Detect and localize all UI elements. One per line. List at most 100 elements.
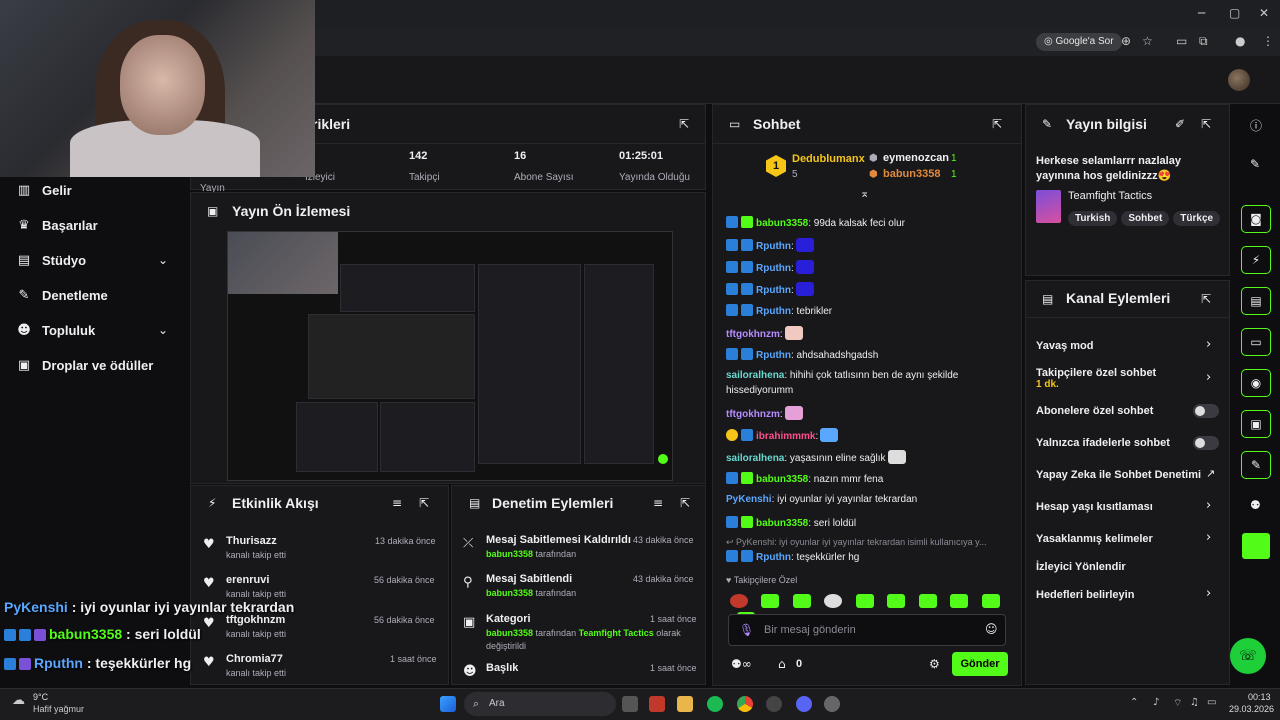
webcam-overlay: [0, 0, 315, 177]
kick-app-icon[interactable]: [1242, 533, 1270, 559]
popout-icon[interactable]: ⇱: [1201, 292, 1211, 306]
app-icon[interactable]: [766, 696, 782, 712]
list-item: Mesaj Sabitlemesi Kaldırıldı babun3358 ta…: [486, 534, 631, 559]
clock-time[interactable]: 00:13: [1248, 692, 1271, 702]
microphone-icon[interactable]: 🎙: [739, 623, 754, 637]
ai-moderation-action[interactable]: Yapay Zeka ile Sohbet Denetimi: [1036, 469, 1201, 481]
top-gifter-2: eymenozcan: [883, 152, 950, 164]
account-age-action[interactable]: Hesap yaşı kısıtlaması: [1036, 501, 1153, 513]
notes-icon[interactable]: ▤: [1241, 287, 1271, 315]
battery-icon[interactable]: ▭: [1207, 697, 1216, 708]
followers-only-action[interactable]: Takipçilere özel sohbet: [1036, 367, 1156, 379]
bar-chart-icon: ▥: [17, 182, 31, 198]
file-explorer-icon[interactable]: [677, 696, 693, 712]
sidebar-item-topluluk[interactable]: ☻ Topluluk: [16, 320, 95, 340]
external-link-icon[interactable]: ↗: [1206, 467, 1215, 480]
popout-icon[interactable]: ⇱: [679, 117, 689, 131]
lightning-icon[interactable]: ⚡: [1241, 246, 1271, 274]
zoom-icon[interactable]: ⊕: [1121, 34, 1131, 48]
heart-icon: ♥: [203, 537, 215, 552]
sidebar-item-droplar[interactable]: ▣ Droplar ve ödüller: [16, 355, 153, 375]
store-icon[interactable]: ⌂: [778, 657, 786, 671]
app-icon[interactable]: [649, 696, 665, 712]
task-view-icon[interactable]: [622, 696, 638, 712]
chevron-right-icon[interactable]: ›: [1206, 530, 1211, 545]
tag-chip[interactable]: Turkish: [1068, 211, 1118, 226]
set-goals-action[interactable]: Hedefleri belirleyin: [1036, 589, 1134, 601]
volume-icon[interactable]: ♫: [1190, 697, 1199, 708]
popout-icon[interactable]: ⇱: [680, 496, 690, 510]
chevron-right-icon[interactable]: ›: [1206, 370, 1211, 385]
users-icon[interactable]: ⚉: [1250, 498, 1261, 512]
settings-icon[interactable]: [824, 696, 840, 712]
tag-chip[interactable]: Sohbet: [1121, 211, 1170, 226]
heart-icon: ♥: [203, 576, 215, 591]
chevron-right-icon[interactable]: ›: [1206, 337, 1211, 352]
avatar[interactable]: [1228, 69, 1250, 91]
collapse-icon[interactable]: ⌅: [860, 187, 869, 200]
banned-words-action[interactable]: Yasaklanmış kelimeler: [1036, 533, 1153, 545]
wrench-icon[interactable]: ✎: [1241, 451, 1271, 479]
emoji-icon[interactable]: ☺: [985, 622, 998, 636]
tag-chip[interactable]: Türkçe: [1173, 211, 1221, 226]
sidebar-item-denetleme[interactable]: ✎ Denetleme: [16, 285, 108, 305]
chevron-right-icon[interactable]: ›: [1206, 586, 1211, 601]
category-name[interactable]: Teamfight Tactics: [1068, 190, 1152, 202]
filter-icon[interactable]: ≡: [392, 496, 402, 510]
chrome-icon[interactable]: [737, 696, 753, 712]
popout-icon[interactable]: ⇱: [1201, 117, 1211, 131]
chevron-right-icon[interactable]: ›: [1206, 498, 1211, 513]
top-gifter-2-count: 1: [951, 153, 957, 164]
sidebar-item-gelir[interactable]: ▥ Gelir: [16, 180, 72, 200]
profile-icon[interactable]: ●: [1235, 34, 1245, 48]
google-ask-button[interactable]: ◎ Google'a Sor: [1036, 33, 1122, 51]
subscribers-only-toggle[interactable]: [1193, 404, 1219, 418]
network-icon[interactable]: ⌔: [1173, 697, 1182, 710]
popout-icon[interactable]: ⇱: [992, 117, 1002, 131]
windows-start-icon[interactable]: [440, 696, 456, 712]
broadcast-icon[interactable]: ◉: [1241, 369, 1271, 397]
pencil-icon[interactable]: ✎: [1250, 157, 1260, 171]
spotify-icon[interactable]: [707, 696, 723, 712]
chevron-down-icon[interactable]: ⌄: [158, 323, 168, 337]
gear-icon[interactable]: ⚙: [929, 657, 940, 671]
sidebar-item-basarilar[interactable]: ♛ Başarılar: [16, 215, 97, 235]
emote-only-toggle[interactable]: [1193, 436, 1219, 450]
chevron-down-icon[interactable]: ⌄: [158, 253, 168, 267]
sidebar-item-studyo[interactable]: ▤ Stüdyo: [16, 250, 86, 270]
maximize-icon[interactable]: ▢: [1229, 6, 1240, 20]
users-icon[interactable]: ⚉∞: [731, 657, 752, 671]
chat-input[interactable]: 🎙 Bir mesaj gönderin ☺: [728, 614, 1006, 646]
discord-icon[interactable]: [796, 696, 812, 712]
edit-icon[interactable]: ✐: [1175, 117, 1185, 131]
chevron-up-icon[interactable]: ⌃: [1130, 697, 1138, 708]
subscribers-only-action: Abonelere özel sohbet: [1036, 405, 1154, 417]
chat-title: Sohbet: [753, 116, 801, 132]
taskbar-search[interactable]: Ara: [464, 692, 616, 716]
bookmark-star-icon[interactable]: ☆: [1142, 34, 1153, 48]
panels-icon[interactable]: ▣: [1241, 410, 1271, 438]
close-icon[interactable]: ✕: [1259, 6, 1269, 20]
microphone-icon[interactable]: ♪: [1153, 697, 1159, 708]
info-icon[interactable]: ⓘ: [1250, 117, 1262, 134]
taskbar: [0, 688, 1280, 720]
slow-mode-action[interactable]: Yavaş mod: [1036, 340, 1093, 352]
send-button[interactable]: Gönder: [952, 652, 1008, 676]
category-thumbnail[interactable]: [1036, 190, 1061, 223]
popout-icon[interactable]: ⇱: [419, 496, 429, 510]
extensions-icon[interactable]: ⧉: [1199, 34, 1208, 49]
camera-icon[interactable]: ◙: [1241, 205, 1271, 233]
menu-dots-icon[interactable]: ⋮: [1262, 34, 1274, 48]
sidebar: [0, 177, 190, 577]
list-item: tftgokhnzm kanalı takip etti: [226, 614, 287, 639]
weather-temp[interactable]: 9°C: [33, 692, 48, 702]
preview-nested: [308, 314, 475, 399]
chat-bubble-icon[interactable]: ▭: [1241, 328, 1271, 356]
redirect-viewers-action[interactable]: İzleyici Yönlendir: [1036, 561, 1126, 573]
support-icon[interactable]: ☏: [1230, 638, 1266, 674]
reader-icon[interactable]: ▭: [1176, 34, 1187, 48]
filter-icon[interactable]: ≡: [653, 496, 663, 510]
minimize-icon[interactable]: ─: [1198, 6, 1205, 20]
chat-message: babun3358: seri loldül: [726, 516, 856, 529]
stream-preview[interactable]: [227, 231, 673, 481]
